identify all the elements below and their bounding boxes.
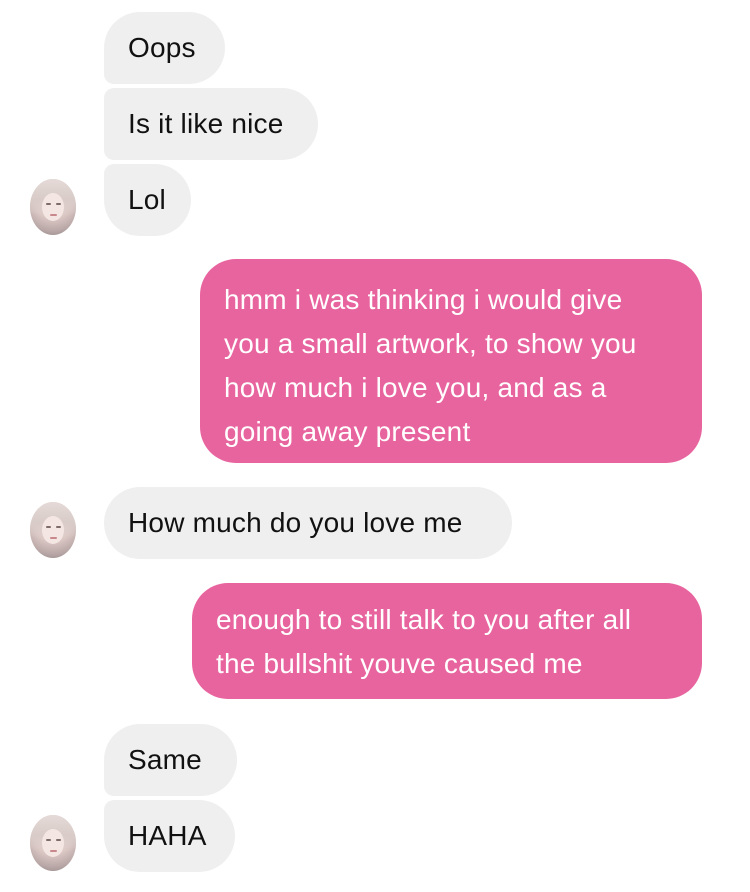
message-text: How much do you love me — [128, 507, 463, 538]
contact-avatar[interactable] — [30, 179, 76, 235]
message-text: Oops — [128, 32, 196, 63]
message-line: going away present — [224, 416, 471, 447]
message-bubble-incoming[interactable]: HAHA — [104, 800, 235, 872]
message-line: the bullshit youve caused me — [216, 648, 583, 679]
message-text: Same — [128, 744, 202, 775]
avatar-face — [42, 516, 64, 544]
contact-avatar[interactable] — [30, 502, 76, 558]
avatar-eye — [56, 526, 61, 528]
avatar-eye — [46, 526, 51, 528]
message-line: hmm i was thinking i would give — [224, 284, 623, 315]
message-text: HAHA — [128, 820, 207, 851]
avatar-lips — [50, 850, 57, 852]
message-bubble-incoming[interactable]: Same — [104, 724, 237, 796]
message-bubble-incoming[interactable]: How much do you love me — [104, 487, 512, 559]
avatar-eye — [56, 203, 61, 205]
avatar-eye — [46, 839, 51, 841]
message-bubble-outgoing[interactable]: enough to still talk to you after all th… — [192, 583, 702, 699]
message-text: Lol — [128, 184, 166, 215]
message-bubble-incoming[interactable]: Is it like nice — [104, 88, 318, 160]
message-bubble-incoming[interactable]: Oops — [104, 12, 225, 84]
message-line: enough to still talk to you after all — [216, 604, 632, 635]
avatar-eye — [46, 203, 51, 205]
avatar-face — [42, 829, 64, 857]
message-text: Is it like nice — [128, 108, 284, 139]
avatar-lips — [50, 537, 57, 539]
message-line: how much i love you, and as a — [224, 372, 607, 403]
message-bubble-incoming[interactable]: Lol — [104, 164, 191, 236]
contact-avatar[interactable] — [30, 815, 76, 871]
avatar-face — [42, 193, 64, 221]
avatar-eye — [56, 839, 61, 841]
message-line: you a small artwork, to show you — [224, 328, 637, 359]
message-bubble-outgoing[interactable]: hmm i was thinking i would give you a sm… — [200, 259, 702, 463]
avatar-lips — [50, 214, 57, 216]
